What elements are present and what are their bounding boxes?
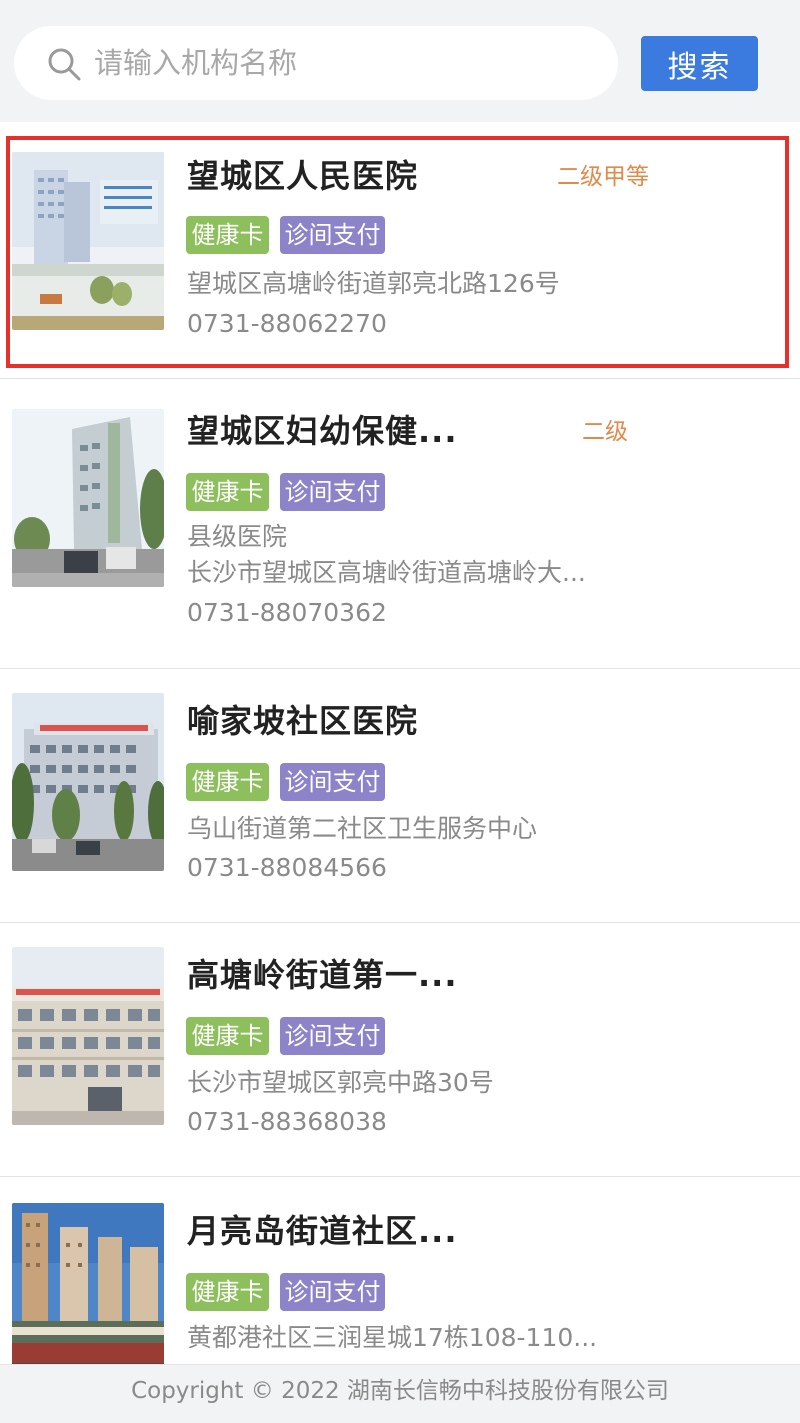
phone-text: 0731-88070362 — [187, 598, 387, 627]
health-card-tag: 健康卡 — [186, 763, 269, 801]
hospital-photo — [12, 693, 164, 871]
institution-list: 望城区人民医院 二级甲等 健康卡 诊间支付 望城区高塘岭街道郭亮北路126号 0… — [0, 122, 800, 1364]
hospital-photo — [12, 409, 164, 587]
institution-name: 高塘岭街道第一... — [187, 956, 458, 994]
address-text: 黄都港社区三润星城17栋108-110... — [187, 1323, 598, 1352]
payment-tag: 诊间支付 — [280, 763, 385, 801]
payment-tag: 诊间支付 — [280, 216, 385, 254]
search-button[interactable]: 搜索 — [641, 36, 758, 91]
level-badge: 二级 — [582, 419, 628, 445]
institution-name: 望城区妇幼保健... — [187, 412, 458, 450]
list-item-yujiapo-clinic[interactable]: 喻家坡社区医院 健康卡 诊间支付 乌山街道第二社区卫生服务中心 0731-880… — [0, 668, 800, 922]
level-badge: 二级甲等 — [557, 164, 649, 190]
search-input[interactable] — [94, 26, 594, 100]
hospital-photo — [12, 947, 164, 1125]
list-item-renmin-hospital[interactable]: 望城区人民医院 二级甲等 健康卡 诊间支付 望城区高塘岭街道郭亮北路126号 0… — [0, 122, 800, 378]
hospital-photo — [12, 152, 164, 330]
address-text: 望城区高塘岭街道郭亮北路126号 — [187, 269, 560, 298]
health-card-tag: 健康卡 — [186, 216, 269, 254]
institution-name: 月亮岛街道社区... — [187, 1212, 458, 1250]
search-bar: 搜索 — [0, 0, 800, 122]
health-card-tag: 健康卡 — [186, 1017, 269, 1055]
list-item-maternal-child-health[interactable]: 望城区妇幼保健... 二级 健康卡 诊间支付 县级医院 长沙市望城区高塘岭街道高… — [0, 378, 800, 668]
phone-text: 0731-88368038 — [187, 1107, 387, 1136]
address-text: 长沙市望城区高塘岭街道高塘岭大... — [187, 558, 586, 587]
address-text: 乌山街道第二社区卫生服务中心 — [187, 814, 538, 843]
search-box[interactable] — [14, 26, 618, 100]
footer-copyright: Copyright © 2022 湖南长信畅中科技股份有限公司 — [0, 1364, 800, 1423]
health-card-tag: 健康卡 — [186, 473, 269, 511]
institution-name: 喻家坡社区医院 — [187, 702, 419, 740]
phone-text: 0731-88084566 — [187, 853, 387, 882]
institution-name: 望城区人民医院 — [187, 157, 419, 195]
payment-tag: 诊间支付 — [280, 1273, 385, 1311]
payment-tag: 诊间支付 — [280, 1017, 385, 1055]
list-item-gaotangling-center[interactable]: 高塘岭街道第一... 健康卡 诊间支付 长沙市望城区郭亮中路30号 0731-8… — [0, 922, 800, 1176]
phone-text: 0731-88062270 — [187, 309, 387, 338]
payment-tag: 诊间支付 — [280, 473, 385, 511]
category-text: 县级医院 — [187, 522, 288, 551]
search-icon — [48, 48, 81, 81]
hospital-photo — [12, 1203, 164, 1364]
list-item-yueliangdao-center[interactable]: 月亮岛街道社区... 健康卡 诊间支付 黄都港社区三润星城17栋108-110.… — [0, 1176, 800, 1364]
address-text: 长沙市望城区郭亮中路30号 — [187, 1068, 494, 1097]
health-card-tag: 健康卡 — [186, 1273, 269, 1311]
